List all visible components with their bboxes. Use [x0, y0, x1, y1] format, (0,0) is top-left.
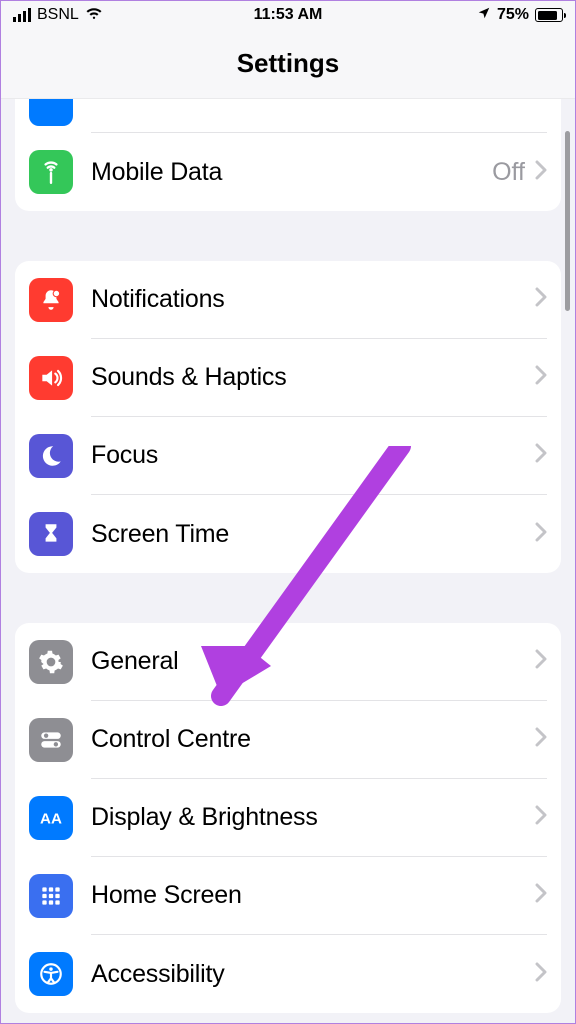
- status-bar: BSNL 11:53 AM 75%: [1, 1, 575, 29]
- toggles-icon: [29, 718, 73, 762]
- settings-row-focus[interactable]: Focus: [15, 417, 561, 495]
- chevron-right-icon: [535, 649, 547, 674]
- hourglass-icon: [29, 512, 73, 556]
- scrollbar[interactable]: [565, 131, 570, 311]
- row-label: Control Centre: [91, 725, 251, 754]
- aa-icon: AA: [29, 796, 73, 840]
- chevron-right-icon: [535, 805, 547, 830]
- clock-label: 11:53 AM: [254, 6, 323, 24]
- chevron-right-icon: [535, 727, 547, 752]
- moon-icon: [29, 434, 73, 478]
- carrier-label: BSNL: [37, 6, 79, 24]
- row-label: Sounds & Haptics: [91, 363, 287, 392]
- settings-row-control-centre[interactable]: Control Centre: [15, 701, 561, 779]
- battery-icon: [535, 8, 563, 22]
- row-label: Screen Time: [91, 520, 229, 549]
- location-icon: [477, 6, 491, 25]
- chevron-right-icon: [535, 287, 547, 312]
- row-label: Accessibility: [91, 960, 225, 989]
- grid-icon: [29, 874, 73, 918]
- settings-row-display[interactable]: AA Display & Brightness: [15, 779, 561, 857]
- settings-group-general: General Control Centre AA Display & Brig…: [15, 623, 561, 1013]
- settings-row-general[interactable]: General: [15, 623, 561, 701]
- wifi-icon: [85, 6, 103, 25]
- speaker-icon: [29, 356, 73, 400]
- chevron-right-icon: [535, 160, 547, 185]
- row-label: Home Screen: [91, 881, 242, 910]
- settings-group-connectivity: Mobile Data Off: [15, 99, 561, 211]
- cellular-signal-icon: [13, 8, 31, 22]
- battery-pct-label: 75%: [497, 6, 529, 24]
- antenna-icon: [29, 150, 73, 194]
- settings-row-accessibility[interactable]: Accessibility: [15, 935, 561, 1013]
- settings-row-notifications[interactable]: Notifications: [15, 261, 561, 339]
- chevron-right-icon: [535, 365, 547, 390]
- bell-icon: [29, 278, 73, 322]
- page-title: Settings: [1, 29, 575, 99]
- svg-text:AA: AA: [40, 810, 62, 827]
- prev-row-icon: [29, 99, 73, 126]
- chevron-right-icon: [535, 883, 547, 908]
- row-label: General: [91, 647, 179, 676]
- chevron-right-icon: [535, 443, 547, 468]
- settings-row-mobile-data[interactable]: Mobile Data Off: [15, 133, 561, 211]
- settings-content: Mobile Data Off Notifications: [1, 99, 575, 1023]
- row-value: Off: [492, 158, 525, 187]
- accessibility-icon: [29, 952, 73, 996]
- row-label: Mobile Data: [91, 158, 222, 187]
- settings-row-screentime[interactable]: Screen Time: [15, 495, 561, 573]
- settings-row-sounds[interactable]: Sounds & Haptics: [15, 339, 561, 417]
- row-label: Display & Brightness: [91, 803, 318, 832]
- page-title-text: Settings: [237, 48, 340, 79]
- row-label: Focus: [91, 441, 158, 470]
- gear-icon: [29, 640, 73, 684]
- row-label: Notifications: [91, 285, 225, 314]
- settings-row-partial[interactable]: [15, 99, 561, 133]
- settings-group-notifications: Notifications Sounds & Haptics Focus: [15, 261, 561, 573]
- chevron-right-icon: [535, 522, 547, 547]
- settings-row-home-screen[interactable]: Home Screen: [15, 857, 561, 935]
- chevron-right-icon: [535, 962, 547, 987]
